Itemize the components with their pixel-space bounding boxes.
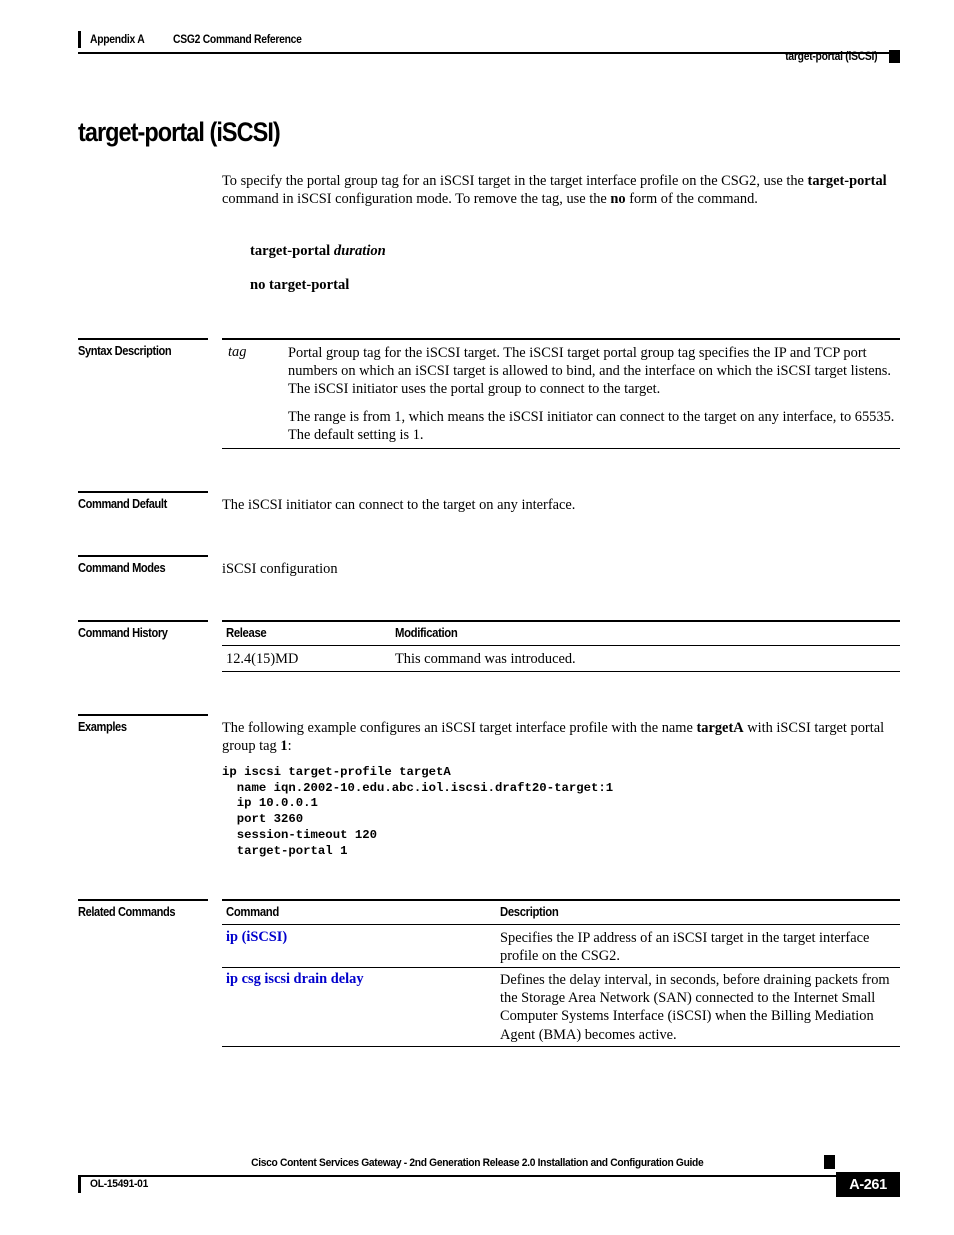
footer-document-number: OL-15491-01: [90, 1178, 149, 1190]
related-commands-header-description: Description: [500, 905, 559, 919]
related-command-link-ip-iscsi[interactable]: ip (iSCSI): [226, 929, 287, 946]
examples-tag-value-bold: 1: [280, 738, 288, 755]
section-label-syntax-description: Syntax Description: [78, 344, 172, 358]
syntax-description-term: tag: [228, 344, 247, 360]
related-commands-bottom-rule: [222, 1046, 900, 1048]
footer-page-number: A-261: [836, 1172, 900, 1197]
intro-text-1: To specify the portal group tag for an i…: [222, 173, 808, 189]
document-page: Appendix A CSG2 Command Reference target…: [0, 0, 954, 1235]
section-label-examples: Examples: [78, 720, 127, 734]
syntax-line-affirmative: target-portal duration: [250, 243, 386, 260]
command-history-header-rule: [222, 645, 900, 647]
related-commands-top-rule: [222, 899, 900, 901]
related-commands-row-rule-1: [222, 967, 900, 969]
command-history-header-release: Release: [226, 626, 267, 640]
examples-intro-paragraph: The following example configures an iSCS…: [222, 719, 900, 755]
section-label-related-commands: Related Commands: [78, 905, 176, 919]
section-label-command-modes: Command Modes: [78, 561, 166, 575]
examples-label-rule: [78, 714, 208, 716]
header-right: target-portal (iSCSI): [775, 50, 900, 63]
footer-rule: [78, 1175, 836, 1177]
command-history-top-rule: [222, 620, 900, 622]
syntax-description-table-bottom-rule: [222, 448, 900, 450]
syntax-description-paragraph-1: Portal group tag for the iSCSI target. T…: [288, 345, 891, 398]
examples-profile-name-bold: targetA: [696, 720, 744, 736]
header-running-head: target-portal (iSCSI): [784, 50, 877, 63]
related-commands-label-rule: [78, 899, 208, 901]
related-command-link-ip-csg-iscsi-drain-delay[interactable]: ip csg iscsi drain delay: [226, 971, 364, 988]
syntax-description-paragraph-2: The range is from 1, which means the iSC…: [288, 409, 895, 444]
syntax-line-no-form: no target-portal: [250, 277, 350, 293]
command-history-bottom-rule: [222, 671, 900, 673]
intro-command-bold: target-portal: [807, 173, 887, 189]
command-default-text: The iSCSI initiator can connect to the t…: [222, 497, 576, 513]
header-square-marker: [889, 50, 900, 63]
syntax-command: target-portal: [250, 243, 331, 259]
header-appendix-label: Appendix A: [90, 33, 145, 46]
section-label-command-history: Command History: [78, 626, 168, 640]
syntax-description-label-rule: [78, 338, 208, 340]
command-history-header-modification: Modification: [395, 626, 458, 640]
syntax-description-table-top-rule: [222, 338, 900, 340]
footer-left-bar: [78, 1176, 81, 1193]
header-left-bar: [78, 31, 81, 48]
related-command-description-2: Defines the delay interval, in seconds, …: [500, 972, 890, 1043]
examples-intro-text-1: The following example configures an iSCS…: [222, 720, 697, 736]
footer-document-title: Cisco Content Services Gateway - 2nd Gen…: [250, 1157, 704, 1169]
intro-text-3: form of the command.: [625, 191, 758, 208]
command-modes-label-rule: [78, 555, 208, 557]
command-modes-text: iSCSI configuration: [222, 561, 338, 577]
intro-paragraph: To specify the portal group tag for an i…: [222, 172, 900, 208]
examples-code-block: ip iscsi target-profile targetA name iqn…: [222, 765, 614, 858]
page-title: target-portal (iSCSI): [78, 117, 281, 147]
header-chapter-label: CSG2 Command Reference: [173, 33, 303, 46]
section-label-command-default: Command Default: [78, 497, 167, 511]
command-default-label-rule: [78, 491, 208, 493]
related-command-description-1: Specifies the IP address of an iSCSI tar…: [500, 930, 870, 965]
footer-square-marker: [824, 1155, 835, 1169]
command-history-cell-release: 12.4(15)MD: [226, 651, 299, 667]
command-history-cell-modification: This command was introduced.: [395, 651, 576, 667]
related-commands-header-command: Command: [226, 905, 279, 919]
examples-intro-text-3: :: [287, 738, 292, 755]
header-left: Appendix A CSG2 Command Reference: [78, 31, 316, 48]
related-commands-header-rule: [222, 924, 900, 926]
intro-no-bold: no: [610, 191, 626, 208]
intro-text-2: command in iSCSI configuration mode. To …: [222, 191, 611, 208]
syntax-argument: duration: [333, 243, 386, 259]
command-history-label-rule: [78, 620, 208, 622]
